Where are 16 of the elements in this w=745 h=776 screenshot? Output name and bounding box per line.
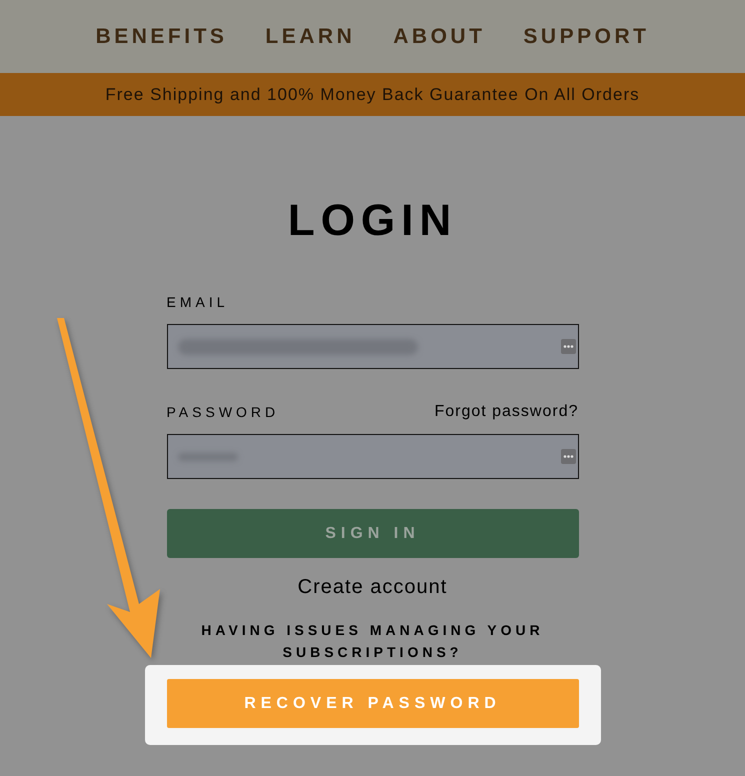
dots-icon[interactable] bbox=[560, 449, 576, 464]
password-field[interactable] bbox=[166, 434, 578, 479]
nav-link[interactable]: ABOUT bbox=[393, 24, 486, 48]
nav-link[interactable]: BENEFITS bbox=[96, 24, 228, 48]
sign-in-button[interactable]: SIGN IN bbox=[166, 509, 578, 558]
subscription-issues-text: HAVING ISSUES MANAGING YOUR SUBSCRIPTIONS? bbox=[200, 621, 545, 662]
login-title: LOGIN bbox=[288, 196, 458, 246]
field-label: EMAIL bbox=[166, 294, 229, 310]
nav-link[interactable]: SUPPORT bbox=[523, 24, 650, 48]
banner-text: Free Shipping and 100% Money Back Guarantee On All Orders bbox=[105, 84, 640, 104]
dots-icon[interactable] bbox=[560, 339, 576, 354]
nav-link[interactable]: LEARN bbox=[265, 24, 356, 48]
email-field[interactable] bbox=[166, 324, 578, 369]
forgot-password-link[interactable]: Forgot password? bbox=[434, 403, 578, 421]
field-label: PASSWORD bbox=[166, 404, 280, 420]
create-account-link[interactable]: Create account bbox=[166, 576, 578, 599]
